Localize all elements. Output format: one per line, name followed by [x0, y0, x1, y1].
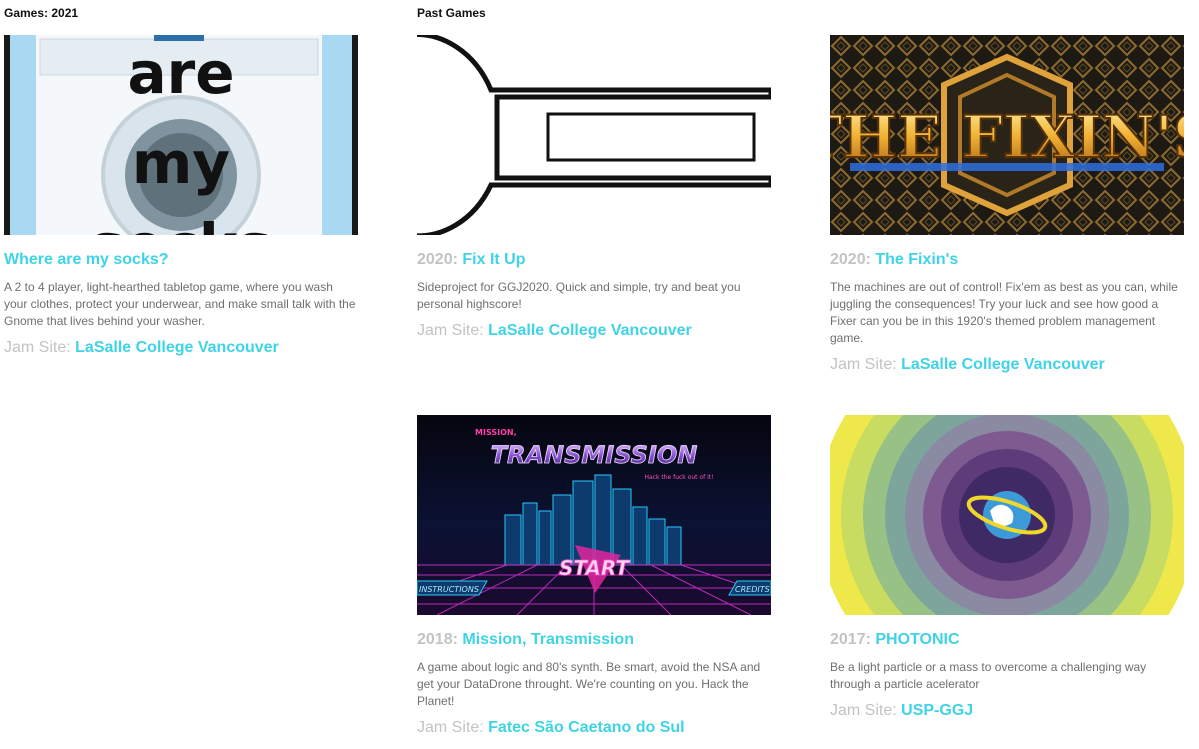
- game-year: 2018:: [417, 631, 463, 648]
- game-title-row: Where are my socks?: [4, 249, 358, 271]
- game-title-row: 2020: Fix It Up: [417, 249, 771, 271]
- game-title-row: 2018: Mission, Transmission: [417, 629, 771, 651]
- game-title-row: 2020: The Fixin's: [830, 249, 1184, 271]
- jam-site-link[interactable]: LaSalle College Vancouver: [488, 322, 692, 339]
- jam-site-link[interactable]: USP-GGJ: [901, 702, 973, 719]
- mission-thumb-start: START: [559, 556, 630, 580]
- game-title-link[interactable]: Fix It Up: [462, 251, 525, 268]
- game-title-link[interactable]: The Fixin's: [875, 251, 958, 268]
- mission-thumb-instructions: INSTRUCTIONS: [419, 585, 479, 594]
- game-card-fix-it-up: 2020: Fix It Up Sideproject for GGJ2020.…: [417, 35, 771, 342]
- mission-thumb-big-title: TRANSMISSION: [491, 441, 698, 469]
- game-card-photonic: 2017: PHOTONIC Be a light particle or a …: [830, 415, 1184, 722]
- game-description: The machines are out of control! Fix'em …: [830, 280, 1178, 345]
- game-year: 2020:: [417, 251, 463, 268]
- game-thumbnail-fix-it-up[interactable]: [417, 35, 771, 235]
- game-title-row: 2017: PHOTONIC: [830, 629, 1184, 651]
- mission-thumb-small-title: MISSION,: [475, 428, 517, 437]
- jam-site-row: Jam Site: LaSalle College Vancouver: [417, 320, 771, 342]
- game-year: 2017:: [830, 631, 876, 648]
- jam-site-label: Jam Site:: [417, 719, 489, 736]
- jam-site-row: Jam Site: LaSalle College Vancouver: [4, 337, 358, 359]
- jam-site-row: Jam Site: USP-GGJ: [830, 700, 1184, 722]
- game-thumbnail-socks[interactable]: are my socks: [4, 35, 358, 235]
- game-description: A game about logic and 80's synth. Be sm…: [417, 660, 761, 708]
- jam-site-label: Jam Site:: [830, 356, 902, 373]
- game-description: Sideproject for GGJ2020. Quick and simpl…: [417, 280, 741, 311]
- jam-site-link[interactable]: Fatec São Caetano do Sul: [488, 719, 684, 736]
- game-card-where-are-my-socks: are my socks Where are my socks? A 2 to …: [4, 35, 358, 359]
- mission-thumb-tagline: Hack the fuck out of it!: [644, 474, 713, 481]
- game-thumbnail-photonic[interactable]: [830, 415, 1184, 615]
- socks-thumb-text-socks: socks: [90, 211, 272, 235]
- jam-site-row: Jam Site: Fatec São Caetano do Sul: [417, 717, 771, 739]
- game-title-link[interactable]: Mission, Transmission: [462, 631, 634, 648]
- game-title-link[interactable]: PHOTONIC: [875, 631, 959, 648]
- jam-site-link[interactable]: LaSalle College Vancouver: [75, 339, 279, 356]
- fixins-logo-text: THE FIXIN'S: [830, 103, 1184, 171]
- jam-site-label: Jam Site:: [417, 322, 489, 339]
- jam-site-label: Jam Site:: [830, 702, 902, 719]
- current-games-heading: Games: 2021: [4, 6, 79, 20]
- socks-thumb-text-my: my: [132, 129, 230, 197]
- page: Games: 2021 Past Games are my socks Wher…: [0, 0, 1199, 749]
- jam-site-row: Jam Site: LaSalle College Vancouver: [830, 354, 1184, 376]
- socks-thumb-text-are: are: [127, 39, 234, 107]
- jam-site-link[interactable]: LaSalle College Vancouver: [901, 356, 1105, 373]
- past-games-heading: Past Games: [417, 6, 486, 20]
- game-year: 2020:: [830, 251, 876, 268]
- mission-thumb-credits: CREDITS: [735, 585, 770, 594]
- game-thumbnail-mission-transmission[interactable]: MISSION, TRANSMISSION Hack the fuck out …: [417, 415, 771, 615]
- game-description: A 2 to 4 player, light-hearthed tabletop…: [4, 280, 356, 328]
- game-card-the-fixins: THE FIXIN'S 2020: The Fixin's The machin…: [830, 35, 1184, 376]
- jam-site-label: Jam Site:: [4, 339, 76, 356]
- game-card-mission-transmission: MISSION, TRANSMISSION Hack the fuck out …: [417, 415, 771, 739]
- game-thumbnail-the-fixins[interactable]: THE FIXIN'S: [830, 35, 1184, 235]
- game-description: Be a light particle or a mass to overcom…: [830, 660, 1147, 691]
- game-title-link[interactable]: Where are my socks?: [4, 251, 169, 268]
